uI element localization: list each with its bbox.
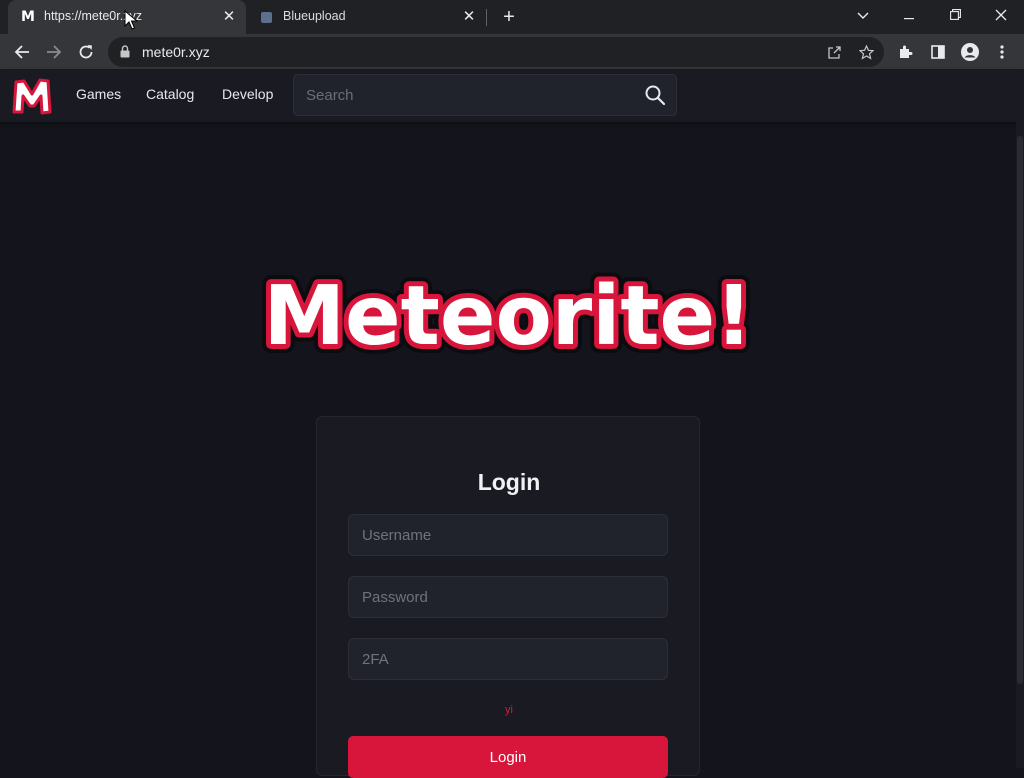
meteorite-brand-logo: Meteorite! Meteorite! Meteorite!	[254, 266, 761, 366]
login-error-message: yi	[505, 704, 513, 716]
browser-tab-strip: M https://mete0r.xyz ✕ Blueupload ✕ +	[0, 0, 1024, 34]
nav-link-games[interactable]: Games	[76, 86, 121, 102]
side-panel-icon[interactable]	[924, 38, 952, 66]
meteorite-logo-icon[interactable]	[10, 76, 54, 116]
tab-search-icon[interactable]	[840, 0, 886, 30]
login-card: Login yi Login	[316, 416, 700, 778]
restore-button[interactable]	[932, 0, 978, 30]
tab-blueupload[interactable]: Blueupload ✕	[250, 0, 486, 34]
back-button[interactable]	[8, 38, 36, 66]
search-box	[293, 74, 677, 116]
url-text: mete0r.xyz	[142, 44, 210, 60]
tab-divider	[486, 9, 487, 26]
nav-link-catalog[interactable]: Catalog	[146, 86, 194, 102]
profile-avatar-icon[interactable]	[956, 38, 984, 66]
address-bar[interactable]: mete0r.xyz	[108, 37, 884, 67]
search-icon[interactable]	[644, 84, 666, 106]
close-tab-icon[interactable]: ✕	[220, 8, 238, 26]
reload-button[interactable]	[72, 38, 100, 66]
svg-text:Meteorite!: Meteorite!	[263, 269, 752, 364]
forward-button[interactable]	[40, 38, 68, 66]
bookmark-star-icon[interactable]	[854, 40, 878, 64]
password-field[interactable]	[348, 576, 668, 618]
login-button[interactable]: Login	[348, 736, 668, 778]
twofa-field[interactable]	[348, 638, 668, 680]
search-input[interactable]	[294, 75, 634, 115]
meteorite-favicon-icon: M	[21, 9, 35, 25]
more-menu-icon[interactable]	[988, 38, 1016, 66]
username-field[interactable]	[348, 514, 668, 556]
page-favicon-icon	[261, 12, 272, 23]
minimize-button[interactable]	[886, 0, 932, 30]
page-content: Games Catalog Develop Meteorite! Meteori…	[0, 70, 1024, 778]
tab-title: Blueupload	[283, 9, 346, 23]
browser-toolbar: mete0r.xyz	[0, 34, 1024, 70]
new-tab-button[interactable]: +	[498, 6, 520, 28]
mouse-cursor-icon	[124, 10, 138, 30]
extensions-icon[interactable]	[892, 38, 920, 66]
nav-link-develop[interactable]: Develop	[222, 86, 273, 102]
close-tab-icon[interactable]: ✕	[460, 8, 478, 26]
lock-icon	[120, 45, 130, 58]
close-window-button[interactable]	[978, 0, 1024, 30]
login-heading: Login	[477, 469, 541, 495]
share-icon[interactable]	[822, 40, 846, 64]
scrollbar-thumb[interactable]	[1017, 136, 1023, 684]
site-navbar: Games Catalog Develop	[0, 70, 1024, 122]
